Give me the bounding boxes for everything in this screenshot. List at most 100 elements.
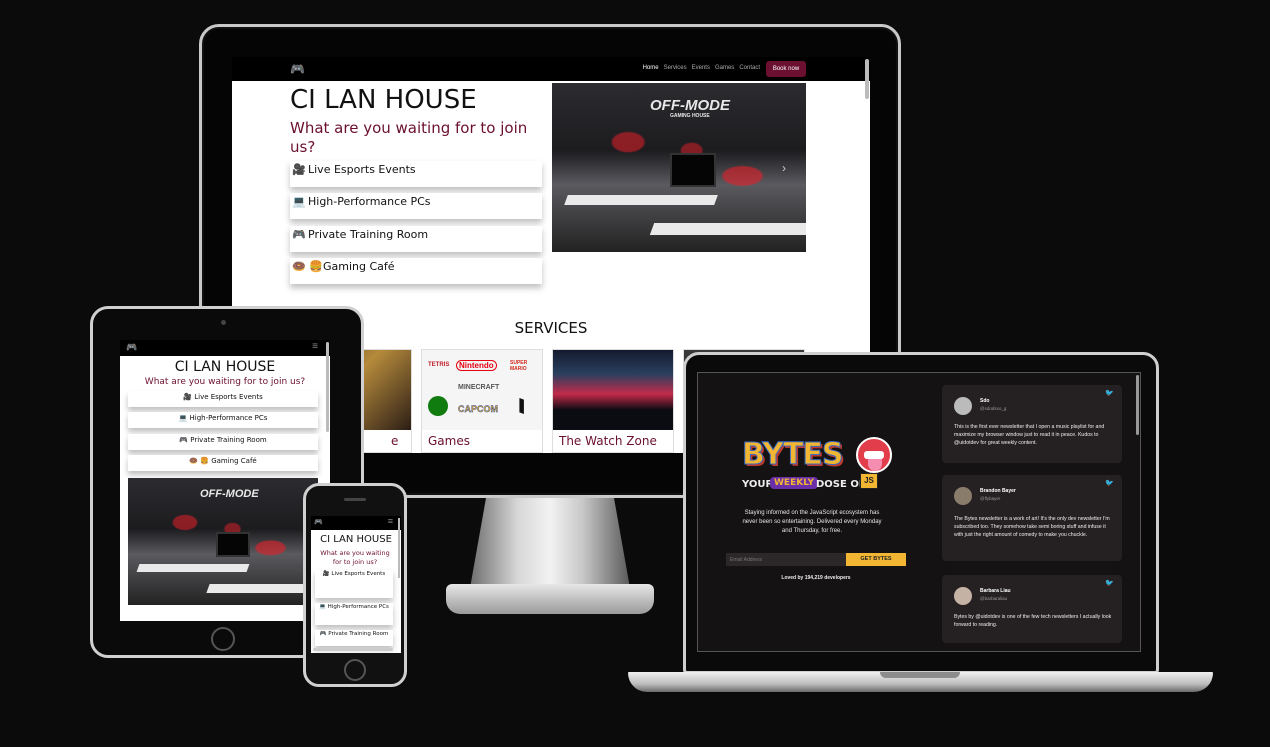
nav-services[interactable]: Services: [664, 65, 687, 71]
camera-icon: 🎥: [183, 393, 192, 401]
feature-high-performance-pcs: 💻 High-Performance PCs: [128, 412, 318, 428]
service-caption: Games: [428, 434, 470, 448]
feature-label: Private Training Room: [308, 228, 429, 241]
page-title: CI LAN HOUSE: [290, 85, 477, 115]
testimonial-card: Barbara Liau @barbaraliau 🐦 Bytes by @ui…: [942, 575, 1122, 643]
twitter-bird-icon[interactable]: 🐦: [1105, 389, 1114, 397]
scrollbar[interactable]: [1136, 375, 1139, 435]
food-icon: 🍩 🍔: [292, 260, 323, 273]
feature-label: Gaming Café: [211, 457, 257, 465]
tweet-author: Barbara Liau: [980, 588, 1011, 594]
tweet-handle: @flybayer: [980, 496, 1001, 501]
feature-label: Private Training Room: [190, 436, 267, 444]
xbox-logo-icon: [428, 396, 448, 416]
gamepad-logo-icon[interactable]: 🎮: [314, 518, 323, 526]
minecraft-logo: MINECRAFT: [458, 384, 500, 391]
nav-games[interactable]: Games: [715, 65, 734, 71]
feature-high-performance-pcs: 💻 High-Performance PCs: [315, 603, 393, 625]
testimonial-card: Sdo @sdodsxo_g 🐦 This is the first ever …: [942, 385, 1122, 463]
phone-screen: 🎮 ≡ CI LAN HOUSE What are you waiting fo…: [311, 516, 401, 653]
computer-icon: 💻: [178, 414, 188, 422]
tweet-body: Bytes by @uidotdev is one of the few tec…: [954, 614, 1112, 628]
book-now-button[interactable]: Book now: [766, 61, 806, 77]
phone-navbar: 🎮 ≡: [311, 516, 401, 530]
get-bytes-button[interactable]: GET BYTES: [846, 553, 906, 566]
feature-high-performance-pcs: 💻 High-Performance PCs: [290, 193, 542, 219]
phone-home-button[interactable]: [344, 659, 366, 681]
tablet-camera: [221, 320, 226, 325]
gamepad-logo-icon[interactable]: 🎮: [290, 62, 305, 76]
tongue-shape: [868, 459, 882, 471]
feature-label: High-Performance PCs: [189, 414, 268, 422]
twitter-bird-icon[interactable]: 🐦: [1105, 579, 1114, 587]
gamepad-logo-icon[interactable]: 🎮: [126, 342, 137, 353]
tweet-handle: @barbaraliau: [980, 596, 1008, 601]
feature-label: Live Esports Events: [308, 163, 416, 176]
mario-logo: SUPER MARIO: [510, 360, 528, 372]
nav-events[interactable]: Events: [692, 65, 710, 71]
photo-sign: OFF-MODE: [650, 97, 730, 114]
tagline: What are you waiting for to join us?: [144, 377, 306, 387]
nav-home[interactable]: Home: [643, 65, 659, 71]
tweet-author: Brandon Bayer: [980, 488, 1016, 494]
laptop-notch: [880, 672, 960, 678]
logo-dose-of: DOSE OF: [816, 479, 866, 490]
twitter-bird-icon[interactable]: 🐦: [1105, 479, 1114, 487]
navbar: 🎮 Home Services Events Games Contact Boo…: [232, 57, 870, 81]
photo-sign-sub: GAMING HOUSE: [670, 113, 710, 119]
food-icon: 🍩 🍔: [189, 457, 209, 465]
teeth-shape: [864, 451, 884, 459]
computer-icon: 💻: [292, 195, 306, 208]
photo-desk: [649, 223, 806, 235]
avatar: [954, 397, 972, 415]
hamburger-menu-icon[interactable]: ≡: [388, 516, 393, 526]
tablet-home-button[interactable]: [211, 627, 235, 651]
photo-desk: [136, 564, 250, 572]
photo-sign: OFF-MODE: [200, 488, 259, 500]
laptop-screen: BYTES YOUR WEEKLY DOSE OF JS Staying inf…: [697, 372, 1141, 652]
lan-house-photo: OFF-MODE GAMING HOUSE ›: [552, 83, 806, 252]
carousel-next-icon[interactable]: ›: [782, 161, 786, 175]
bytes-blurb: Staying informed on the JavaScript ecosy…: [742, 510, 882, 534]
monitor-stand-base: [446, 584, 654, 614]
horizontal-scrollbar[interactable]: [313, 648, 393, 651]
tweet-handle: @sdodsxo_g: [980, 406, 1007, 411]
gamepad-icon: 🎮: [179, 436, 189, 444]
phone-speaker: [344, 498, 366, 501]
feature-live-esports: 🎥 Live Esports Events: [315, 570, 393, 598]
js-badge: JS: [860, 473, 878, 489]
camera-icon: 🎥: [322, 571, 330, 577]
lan-house-photo: OFF-MODE: [128, 478, 318, 605]
email-input[interactable]: [726, 553, 846, 566]
feature-private-training-room: 🎮 Private Training Room: [128, 434, 318, 450]
game-logos-image: TETRIS Nintendo SUPER MARIO MINECRAFT CA…: [422, 350, 542, 430]
feature-label: High-Performance PCs: [327, 604, 389, 610]
service-card-games[interactable]: TETRIS Nintendo SUPER MARIO MINECRAFT CA…: [421, 349, 543, 453]
feature-label: Gaming Café: [323, 260, 395, 273]
tweet-body: The Bytes newsletter is a work of art! I…: [954, 516, 1110, 538]
arena-image: [553, 350, 673, 430]
hamburger-menu-icon[interactable]: ≡: [312, 341, 318, 352]
tagline: What are you waiting for to join us?: [320, 549, 390, 566]
computer-icon: 💻: [319, 604, 326, 610]
logo-weekly: WEEKLY: [770, 477, 819, 489]
avatar: [954, 587, 972, 605]
scrollbar[interactable]: [865, 59, 869, 99]
feature-gaming-cafe: 🍩 🍔 Gaming Café: [290, 258, 542, 284]
tweet-body: This is the first ever newsletter that I…: [954, 424, 1105, 446]
service-card-watch-zone[interactable]: The Watch Zone: [552, 349, 674, 453]
mouth-logo-icon: [856, 437, 892, 473]
feature-label: Live Esports Events: [194, 393, 263, 401]
feature-label: Private Training Room: [328, 631, 389, 637]
logo-your: YOUR: [742, 479, 774, 490]
tetris-logo: TETRIS: [428, 362, 450, 368]
feature-live-esports: 🎥 Live Esports Events: [128, 391, 318, 407]
capcom-logo: CAPCOM: [458, 404, 498, 414]
photo-monitor: [216, 532, 250, 557]
page-title: CI LAN HOUSE: [320, 534, 392, 545]
nav-contact[interactable]: Contact: [739, 65, 760, 71]
loved-by-count: Loved by 194,219 developers: [781, 575, 851, 581]
scrollbar[interactable]: [326, 342, 329, 432]
scrollbar[interactable]: [398, 518, 400, 578]
bytes-logo: BYTES: [742, 437, 845, 473]
